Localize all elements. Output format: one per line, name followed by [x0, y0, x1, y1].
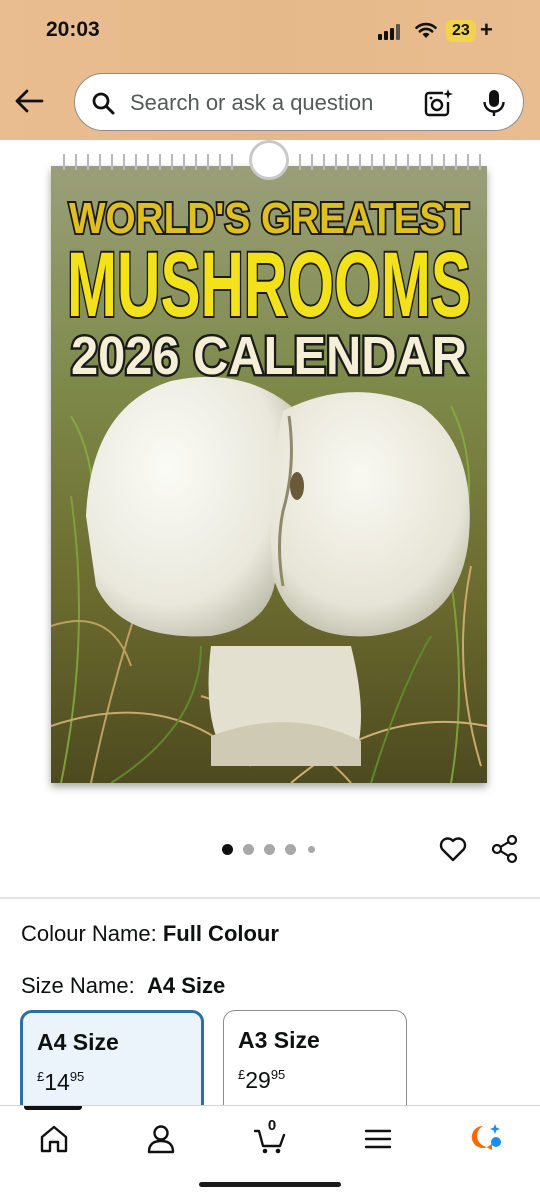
status-time: 20:03: [46, 18, 100, 41]
price-fraction: 95: [270, 1067, 286, 1082]
search-icon: [92, 92, 115, 115]
home-indicator: [199, 1182, 341, 1187]
size-option-a4[interactable]: A4 Size £1495: [20, 1010, 204, 1120]
heart-icon[interactable]: [438, 834, 468, 864]
search-bar[interactable]: Search or ask a question: [74, 73, 524, 131]
size-option-price: £1495: [37, 1069, 84, 1096]
size-name-row: Size Name: A4 Size: [21, 973, 225, 999]
product-image[interactable]: WORLD'S GREATEST MUSHROOMS 2026 CALENDAR: [51, 166, 487, 783]
cover-line-3: 2026 CALENDAR: [71, 326, 467, 386]
search-input[interactable]: Search or ask a question: [130, 90, 373, 116]
cart-count: 0: [267, 1117, 277, 1134]
size-name-label: Size Name:: [21, 973, 135, 998]
colour-name-value: Full Colour: [162, 921, 279, 946]
size-option-name: A3 Size: [238, 1027, 320, 1053]
active-tab-indicator: [24, 1106, 82, 1110]
carousel-dot-active[interactable]: [222, 844, 233, 855]
battery-level: 23: [446, 20, 476, 42]
price-whole: 29: [245, 1067, 271, 1093]
calendar-hanger: [249, 140, 289, 180]
size-option-name: A4 Size: [37, 1029, 119, 1055]
cellular-signal-icon: [378, 24, 404, 40]
microphone-icon[interactable]: [481, 88, 507, 118]
status-bar: 20:03 23 +: [0, 0, 540, 62]
account-icon[interactable]: [144, 1122, 178, 1156]
colour-name-row: Colour Name: Full Colour: [21, 921, 279, 947]
carousel-dot[interactable]: [285, 844, 296, 855]
share-icon[interactable]: [490, 834, 520, 864]
colour-name-label: Colour Name:: [21, 921, 157, 946]
cover-line-2: MUSHROOMS: [67, 234, 471, 336]
home-icon[interactable]: [37, 1122, 71, 1156]
carousel-dot[interactable]: [264, 844, 275, 855]
back-arrow-icon[interactable]: [14, 88, 44, 114]
wifi-icon: [415, 22, 437, 38]
calendar-cover-image: WORLD'S GREATEST MUSHROOMS 2026 CALENDAR: [51, 166, 487, 783]
charging-plus-icon: +: [480, 17, 493, 42]
carousel-dot[interactable]: [243, 844, 254, 855]
size-option-a3[interactable]: A3 Size £2995: [223, 1010, 407, 1120]
size-name-value: A4 Size: [146, 973, 226, 998]
price-whole: 14: [44, 1069, 70, 1095]
rufus-assistant-icon[interactable]: [468, 1122, 502, 1156]
price-fraction: 95: [69, 1069, 85, 1084]
menu-icon[interactable]: [361, 1122, 395, 1156]
size-option-price: £2995: [238, 1067, 285, 1094]
section-divider: [0, 897, 540, 899]
camera-lens-icon[interactable]: [423, 88, 453, 118]
carousel-dot[interactable]: [308, 846, 315, 853]
